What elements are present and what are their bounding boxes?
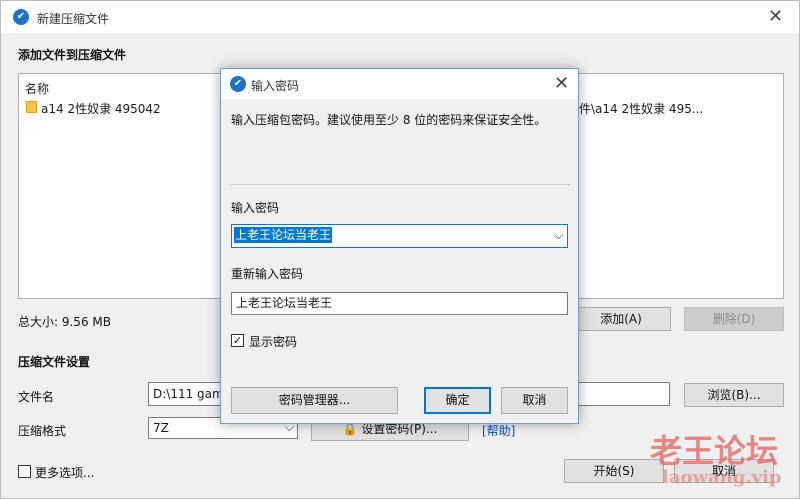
reenter-password-label: 重新输入密码 [231, 267, 304, 281]
main-close-icon[interactable]: ✕ [768, 8, 783, 26]
file-row-name[interactable]: a14 2性奴隶 495042 [41, 100, 161, 117]
total-size: 总大小: 9.56 MB [18, 315, 111, 329]
folder-icon [26, 101, 37, 113]
format-label: 压缩格式 [18, 424, 67, 438]
set-password-label: 设置密码(P)... [361, 422, 438, 436]
add-files-section-title: 添加文件到压缩文件 [18, 48, 127, 62]
watermark-url: laowang.vip [662, 467, 782, 488]
more-options-label[interactable]: 更多选项... [35, 464, 94, 481]
add-button[interactable]: 添加(A) [571, 307, 671, 331]
show-password-label[interactable]: 显示密码 [249, 333, 297, 350]
lock-icon: 🔒 [342, 422, 358, 436]
main-titlebar: ✔ 新建压缩文件 ✕ [1, 1, 799, 33]
settings-section-title: 压缩文件设置 [18, 355, 91, 369]
start-button[interactable]: 开始(S) [564, 459, 664, 483]
dialog-cancel-button[interactable]: 取消 [501, 387, 568, 414]
password-input[interactable]: 上老王论坛当老王 [231, 224, 568, 248]
dialog-app-logo-icon: ✔ [230, 76, 246, 92]
help-link[interactable]: [帮助] [482, 422, 515, 439]
reenter-password-input[interactable]: 上老王论坛当老王 [231, 292, 568, 315]
dialog-divider [231, 184, 570, 185]
show-password-checkbox[interactable]: ✓ [231, 334, 244, 347]
dialog-description: 输入压缩包密码。建议使用至少 8 位的密码来保证安全性。 [231, 113, 547, 127]
browse-button[interactable]: 浏览(B)... [684, 383, 784, 407]
watermark-title: 老王论坛 [650, 432, 779, 470]
app-logo-icon: ✔ [13, 9, 29, 25]
password-selected-text: 上老王论坛当老王 [234, 227, 333, 243]
delete-button[interactable]: 删除(D) [684, 307, 784, 331]
main-window-title: 新建压缩文件 [37, 12, 110, 26]
password-dialog: ✔ 输入密码 ✕ 输入压缩包密码。建议使用至少 8 位的密码来保证安全性。 输入… [220, 68, 579, 424]
dialog-title: 输入密码 [251, 79, 300, 93]
dialog-titlebar: ✔ 输入密码 ✕ [221, 69, 578, 99]
dialog-close-icon[interactable]: ✕ [554, 75, 569, 93]
more-options-checkbox[interactable] [18, 465, 31, 478]
file-row-path[interactable]: 件\a14 2性奴隶 495... [579, 100, 703, 117]
password-dropdown-chevron-icon[interactable]: ⌵ [554, 228, 563, 243]
column-header-name[interactable]: 名称 [25, 80, 49, 97]
password-manager-button[interactable]: 密码管理器... [231, 387, 398, 414]
dialog-ok-button[interactable]: 确定 [424, 387, 491, 414]
password-label: 输入密码 [231, 201, 280, 215]
filename-label: 文件名 [18, 390, 55, 404]
